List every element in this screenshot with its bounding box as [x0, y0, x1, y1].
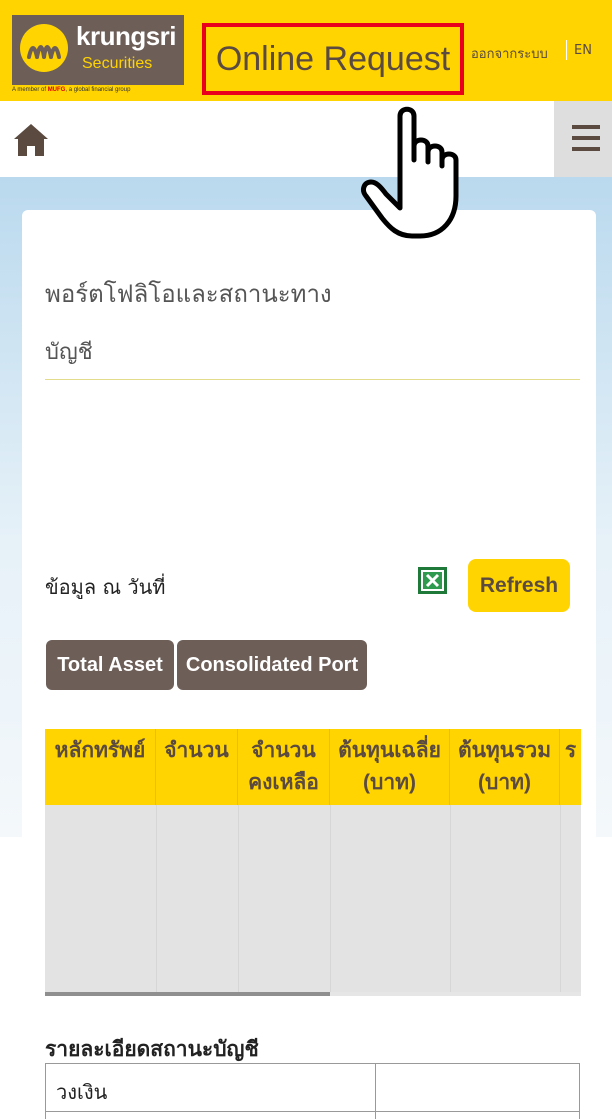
column-header[interactable]: หลักทรัพย์ — [45, 729, 156, 805]
column-divider — [450, 805, 451, 995]
portfolio-table-body — [45, 805, 581, 995]
logo-sub: Securities — [82, 55, 153, 72]
column-header-line2: (บาท) — [363, 771, 416, 794]
column-divider — [330, 805, 331, 995]
column-divider — [375, 1064, 376, 1119]
column-header-line1: จำนวน — [164, 739, 229, 762]
column-divider — [156, 805, 157, 995]
account-details-title: รายละเอียดสถานะบัญชี — [45, 1038, 259, 1061]
page-title: พอร์ตโฟลิโอและสถานะทาง — [45, 280, 332, 308]
column-header[interactable]: จำนวน — [156, 729, 238, 805]
language-switch-link[interactable]: EN — [574, 43, 592, 58]
column-header[interactable]: ร — [560, 729, 581, 805]
logout-link[interactable]: ออกจากระบบ — [471, 43, 548, 64]
column-header[interactable]: จำนวน คงเหลือ — [238, 729, 330, 805]
logo-tagline-mufg: MUFG — [47, 87, 66, 93]
table-scrollbar-thumb[interactable] — [45, 992, 330, 996]
tab-consolidated-port[interactable]: Consolidated Port — [177, 640, 367, 690]
refresh-button[interactable]: Refresh — [468, 559, 570, 612]
account-details-table: วงเงิน — [45, 1063, 580, 1119]
pointing-hand-icon — [361, 106, 459, 239]
credit-limit-label: วงเงิน — [56, 1080, 108, 1104]
column-header-line1: ต้นทุนเฉลี่ย — [338, 739, 441, 762]
data-date-label: ข้อมูล ณ วันที่ — [45, 575, 166, 599]
portfolio-table-header: หลักทรัพย์ จำนวน จำนวน คงเหลือ ต้นทุนเฉล… — [45, 729, 581, 805]
logo-tagline: A member of MUFG, a global financial gro… — [12, 87, 130, 93]
nav-bar — [0, 101, 612, 177]
column-header-line1: จำนวน — [251, 739, 316, 762]
column-header-line1: หลักทรัพย์ — [54, 739, 146, 762]
account-underline — [45, 379, 580, 380]
account-label: บัญชี — [45, 340, 93, 365]
header-divider — [566, 40, 567, 60]
krungsri-logo[interactable]: krungsri Securities — [12, 15, 184, 85]
logo-tagline-suffix: , a global financial group — [65, 87, 131, 93]
logo-tagline-prefix: A member of — [12, 87, 47, 93]
logo-name: krungsri — [76, 21, 177, 51]
column-header-line1: ร — [564, 739, 577, 762]
column-divider — [238, 805, 239, 995]
krungsri-logo-mark-icon — [20, 24, 68, 72]
column-header[interactable]: ต้นทุนรวม (บาท) — [450, 729, 560, 805]
excel-export-icon[interactable] — [418, 567, 447, 594]
home-icon[interactable] — [12, 121, 50, 159]
column-header[interactable]: ต้นทุนเฉลี่ย (บาท) — [330, 729, 450, 805]
table-row: วงเงิน — [46, 1064, 579, 1112]
online-request-title[interactable]: Online Request — [202, 23, 464, 95]
hamburger-menu-icon[interactable] — [572, 123, 600, 153]
online-request-label: Online Request — [215, 39, 451, 78]
column-header-line1: ต้นทุนรวม — [457, 739, 552, 762]
column-header-line2: คงเหลือ — [248, 771, 319, 794]
tab-total-asset[interactable]: Total Asset — [46, 640, 174, 690]
column-header-line2: (บาท) — [478, 771, 531, 794]
column-divider — [560, 805, 561, 995]
top-header: krungsri Securities A member of MUFG, a … — [0, 0, 612, 101]
